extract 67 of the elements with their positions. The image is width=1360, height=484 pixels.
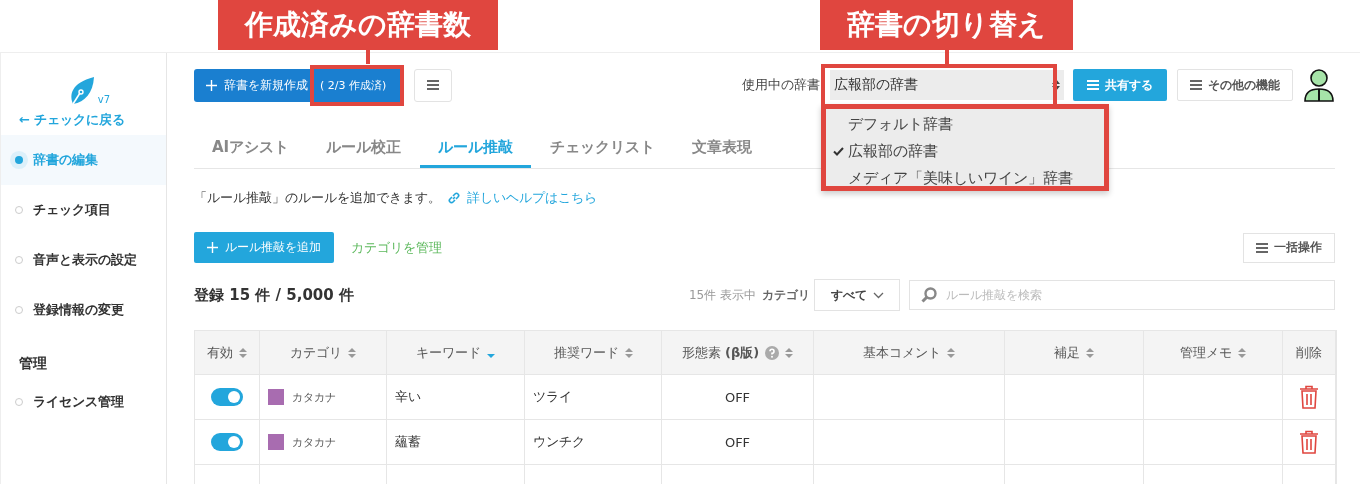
keyword-cell: 辛い	[395, 388, 421, 406]
morphology-cell: OFF	[724, 389, 751, 405]
recommended-word-cell: ウンチク	[533, 433, 585, 451]
new-dictionary-button[interactable]: 辞書を新規作成	[194, 68, 310, 102]
column-header[interactable]: 管理メモ	[1180, 343, 1232, 362]
sort-icon[interactable]	[1238, 346, 1246, 359]
plus-icon	[207, 242, 218, 253]
plus-icon	[206, 79, 217, 91]
help-icon[interactable]	[765, 345, 780, 360]
column-header[interactable]: 基本コメント	[863, 343, 941, 362]
column-header[interactable]: 有効	[207, 343, 233, 362]
category-filter[interactable]: すべて	[814, 279, 900, 311]
bulk-actions-button[interactable]: 一括操作	[1243, 232, 1335, 263]
sidebar-item[interactable]: ライセンス管理	[1, 377, 166, 427]
tab[interactable]: チェックリスト	[532, 130, 674, 168]
sort-icon[interactable]	[348, 346, 356, 359]
column-header: 削除	[1296, 343, 1322, 362]
more-features-button[interactable]: その他の機能	[1177, 69, 1293, 101]
dropdown-option[interactable]: デフォルト辞書	[828, 111, 1104, 138]
sort-icon[interactable]	[624, 346, 633, 359]
menu-icon	[1256, 242, 1268, 253]
sidebar-item[interactable]: チェック項目	[1, 185, 166, 235]
column-header[interactable]: 補足	[1054, 343, 1080, 362]
showing-count: 15件 表示中	[688, 286, 756, 304]
version-label: v7	[97, 94, 111, 105]
sort-icon[interactable]	[947, 346, 955, 359]
tab[interactable]: 文章表現	[674, 130, 771, 168]
toggle-switch[interactable]	[211, 388, 243, 406]
user-avatar-icon[interactable]	[1303, 68, 1335, 102]
search-icon	[921, 287, 937, 303]
trash-icon[interactable]	[1299, 430, 1319, 454]
select-arrows-icon	[1052, 79, 1060, 91]
callout-label: 作成済みの辞書数	[218, 0, 498, 50]
keyword-cell: 蘊蓄	[395, 433, 421, 451]
menu-icon	[427, 80, 440, 90]
sort-icon[interactable]	[1086, 346, 1094, 359]
dropdown-option[interactable]: メディア「美味しいワイン」辞書	[828, 165, 1104, 192]
column-header[interactable]: 推奨ワード	[553, 343, 619, 362]
column-header[interactable]: 形態素 (β版)	[681, 343, 760, 362]
dictionary-select[interactable]: 広報部の辞書	[830, 70, 1064, 100]
chevron-down-icon	[872, 291, 884, 299]
column-header[interactable]: キーワード	[416, 343, 481, 362]
column-header[interactable]: カテゴリ	[290, 343, 342, 362]
category-label: カテゴリ	[762, 286, 810, 304]
sort-icon[interactable]	[239, 346, 247, 359]
search-field[interactable]: ルール推敲を検索	[909, 280, 1335, 310]
sidebar-item[interactable]: 音声と表示の設定	[1, 235, 166, 285]
callout-label: 辞書の切り替え	[820, 0, 1073, 50]
tab[interactable]: ルール校正	[308, 130, 420, 168]
registered-count: 登録 15 件 / 5,000 件	[194, 285, 354, 305]
sidebar-item[interactable]: 登録情報の変更	[1, 285, 166, 335]
category-name: カタカナ	[292, 434, 336, 450]
sort-icon[interactable]	[785, 346, 794, 359]
description-text: 「ルール推敲」のルールを追加できます。	[194, 189, 441, 207]
dropdown-option[interactable]: 広報部の辞書	[828, 138, 1104, 165]
toggle-switch[interactable]	[211, 433, 243, 451]
recommended-word-cell: ツライ	[533, 388, 572, 406]
tab[interactable]: AIアシスト	[194, 130, 308, 168]
link-icon	[447, 191, 461, 205]
menu-icon	[1190, 80, 1202, 90]
menu-button[interactable]	[414, 68, 453, 102]
morphology-cell: OFF	[724, 434, 751, 450]
dictionary-label: 使用中の辞書	[742, 76, 820, 94]
menu-icon	[1087, 80, 1099, 90]
section-heading: 管理	[18, 354, 48, 373]
trash-icon[interactable]	[1299, 385, 1319, 409]
category-name: カタカナ	[292, 389, 336, 405]
